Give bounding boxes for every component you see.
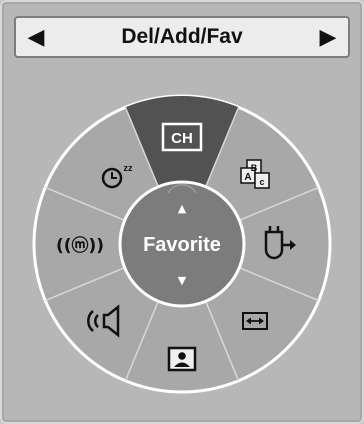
menu-title: Del/Add/Fav	[121, 25, 243, 48]
header-bar: ◀ Del/Add/Fav ▶	[14, 16, 350, 58]
prev-arrow-button[interactable]: ◀	[18, 18, 54, 56]
sleep-z-label: zz	[124, 163, 134, 173]
menu-item-picture[interactable]	[167, 346, 197, 372]
swap-b-label: B	[251, 163, 258, 173]
menu-item-signal[interactable]: ((ⓜ))	[56, 235, 104, 256]
down-arrow-icon: ▼	[178, 274, 187, 287]
swap-c-label: c	[259, 177, 264, 187]
next-arrow-button[interactable]: ▶	[310, 18, 346, 56]
signal-m-icon: ((ⓜ))	[56, 235, 104, 256]
center-button[interactable]: ▲ Favorite ▼	[118, 180, 246, 308]
menu-wheel: CH A B c ((ⓜ)) zz ▲ Favorite ▼	[32, 94, 332, 394]
ch-label: CH	[171, 130, 193, 147]
center-label: Favorite	[143, 234, 221, 256]
picture-icon	[167, 346, 197, 372]
up-arrow-icon: ▲	[178, 202, 187, 215]
swap-a-label: A	[244, 172, 251, 183]
